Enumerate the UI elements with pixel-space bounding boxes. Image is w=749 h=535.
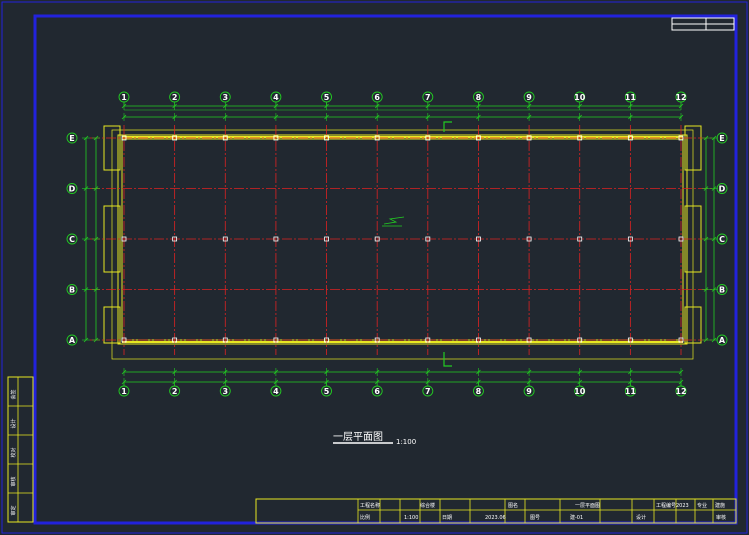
cad-drawing-canvas: 112233445566778899101011111212E ED DC CB BA A… [1, 1, 748, 534]
axis-bottom-8-label: 8 [476, 387, 482, 396]
title-block-cell-4: 工程编号 [656, 502, 676, 509]
section-mark-top [443, 121, 452, 132]
side-table-cell-4: 审定 [10, 505, 17, 515]
axis-bottom-9-label: 9 [526, 387, 532, 396]
axis-top-5-label: 5 [324, 93, 330, 102]
axis-top-12-label: 12 [675, 93, 686, 102]
axis-right-D-label: D [719, 185, 726, 194]
title-block-cell-3: 一层平面图 [575, 503, 600, 509]
axis-top-9-label: 9 [526, 93, 532, 102]
axis-bottom-10-label: 10 [574, 387, 586, 396]
axis-left-C-label: C [69, 235, 75, 244]
axis-left-A-label: A [69, 336, 76, 345]
axis-bottom-1-label: 1 [121, 387, 127, 396]
side-table-cell-3: 审核 [10, 476, 17, 486]
axis-bottom-7-label: 7 [425, 387, 431, 396]
title-block-cell-0: 工程名称 [360, 502, 380, 509]
axis-right-A-label: A [719, 336, 726, 345]
axis-top-10-label: 10 [574, 93, 586, 102]
stair-symbol [383, 216, 405, 225]
axis-right-E-label: E [719, 134, 724, 143]
drawing-scale: 1:100 [396, 438, 416, 446]
axis-top-11-label: 11 [625, 93, 637, 102]
title-block-cell-10: 日期 [442, 515, 452, 521]
axis-top-7-label: 7 [425, 93, 431, 102]
side-signature-table: 会签设计校对审核审定 [7, 376, 34, 523]
drawing-title: 一层平面图 [333, 431, 383, 443]
side-table-cell-2: 校对 [10, 447, 17, 457]
title-block-cell-9: 1:100 [404, 515, 418, 521]
top-right-stamp [671, 17, 735, 31]
axis-left-B-label: B [69, 286, 75, 295]
axis-left-E-label: E [69, 134, 74, 143]
title-block-cell-13: 建-01 [570, 514, 583, 521]
axis-bottom-6-label: 6 [374, 387, 380, 396]
axis-top-1-label: 1 [121, 93, 127, 102]
side-table-cell-0: 会签 [10, 389, 17, 399]
side-table-cell-1: 设计 [10, 418, 17, 428]
axis-top-4-label: 4 [273, 93, 279, 102]
title-block-cell-2: 图名 [508, 502, 518, 509]
axis-right-C-label: C [719, 235, 725, 244]
title-block-cell-14: 设计 [636, 514, 646, 521]
axis-bottom-2-label: 2 [172, 387, 178, 396]
axis-top-8-label: 8 [476, 93, 482, 102]
title-block-cell-12: 图号 [530, 515, 540, 521]
outer-frame [1, 1, 748, 534]
axis-top-2-label: 2 [172, 93, 178, 102]
title-block-cell-11: 2023.06 [485, 515, 506, 521]
title-block-cell-6: 专业 [697, 502, 707, 509]
axis-top-6-label: 6 [374, 93, 380, 102]
eave-line [111, 129, 694, 360]
axis-bottom-11-label: 11 [625, 387, 637, 396]
title-block-cell-1: 综合楼 [420, 502, 435, 509]
title-block-cell-5: 2023 [676, 503, 689, 509]
inner-wall [121, 138, 684, 341]
axis-left-D-label: D [69, 185, 76, 194]
title-block-cell-8: 比例 [360, 514, 370, 521]
axis-bottom-5-label: 5 [324, 387, 330, 396]
title-block: 工程名称 综合楼 图名 一层平面图 工程编号 2023 专业 建施比例 1:100 日期 2023.… [255, 498, 737, 524]
outer-wall [117, 134, 688, 345]
axis-bottom-4-label: 4 [273, 387, 279, 396]
title-block-cell-15: 审核 [716, 514, 726, 521]
axis-top-3-label: 3 [222, 93, 228, 102]
title-block-cell-7: 建施 [715, 502, 725, 509]
floor-plan: 112233445566778899101011111212E ED DC CB BA A [66, 91, 728, 397]
axis-bottom-12-label: 12 [675, 387, 686, 396]
axis-right-B-label: B [719, 286, 725, 295]
axis-bottom-3-label: 3 [222, 387, 228, 396]
